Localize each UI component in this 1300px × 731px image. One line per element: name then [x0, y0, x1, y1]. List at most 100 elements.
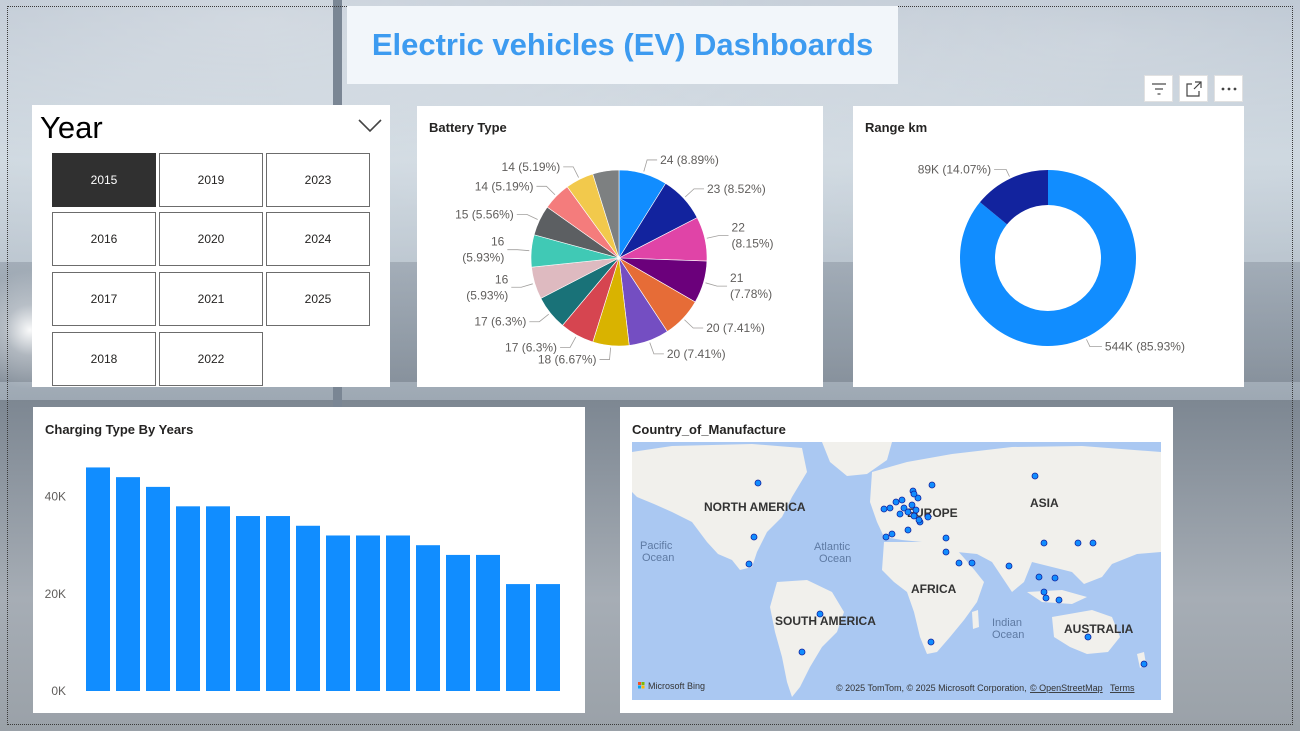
map-point-16[interactable]	[888, 530, 896, 538]
charging-bar-6[interactable]	[266, 516, 290, 691]
year-tile-2018[interactable]: 2018	[52, 332, 156, 386]
map-attribution: © 2025 TomTom, © 2025 Microsoft Corporat…	[836, 683, 1027, 693]
year-tile-2023[interactable]: 2023	[266, 153, 370, 207]
charging-bar-12[interactable]	[446, 554, 470, 691]
map-point-1[interactable]	[750, 533, 758, 541]
charging-bar-0[interactable]	[86, 467, 110, 691]
map-point-41[interactable]	[1140, 660, 1148, 668]
battery-data-label-1: 23 (8.52%)	[707, 182, 766, 196]
map-point-38[interactable]	[798, 648, 806, 656]
map-point-9[interactable]	[904, 508, 912, 516]
more-options-button[interactable]	[1214, 75, 1243, 102]
map-point-28[interactable]	[1031, 472, 1039, 480]
map-label-indian-ocean: Ocean	[992, 629, 1024, 641]
battery-data-label-10: 16 (5.93%)	[462, 235, 504, 265]
bing-logo-square-red	[638, 682, 641, 685]
map-point-3[interactable]	[880, 505, 888, 513]
map-point-10[interactable]	[908, 501, 916, 509]
map-point-15[interactable]	[882, 533, 890, 541]
map-point-6[interactable]	[898, 496, 906, 504]
battery-data-label-9: 16 (5.93%)	[466, 272, 508, 302]
chevron-down-icon[interactable]	[358, 119, 382, 133]
charging-bar-15[interactable]	[536, 584, 560, 691]
terms-link[interactable]: Terms	[1110, 683, 1135, 693]
battery-leader-13	[563, 166, 579, 178]
charging-type-bar-chart: 0K 20K 40K	[45, 467, 560, 698]
map-point-19[interactable]	[924, 513, 932, 521]
map-point-39[interactable]	[927, 638, 935, 646]
map-label-south-america: SOUTH AMERICA	[775, 614, 876, 628]
year-tile-2015[interactable]: 2015	[52, 153, 156, 207]
map-point-29[interactable]	[1040, 539, 1048, 547]
charging-bar-7[interactable]	[296, 525, 320, 691]
map-point-8[interactable]	[896, 510, 904, 518]
year-tile-2017[interactable]: 2017	[52, 272, 156, 326]
charging-bar-2[interactable]	[146, 486, 170, 691]
map-point-0[interactable]	[754, 479, 762, 487]
map-point-35[interactable]	[1055, 596, 1063, 604]
year-tile-2022[interactable]: 2022	[159, 332, 263, 386]
battery-data-label-13: 14 (5.19%)	[502, 160, 561, 174]
map-point-36[interactable]	[1051, 574, 1059, 582]
map-point-34[interactable]	[1042, 594, 1050, 602]
map-point-17[interactable]	[904, 526, 912, 534]
charging-bar-10[interactable]	[386, 535, 410, 691]
battery-data-label-2: 22 (8.15%)	[732, 221, 774, 251]
map-point-37[interactable]	[816, 610, 824, 618]
map-point-20[interactable]	[928, 481, 936, 489]
battery-leader-8	[529, 313, 549, 323]
map-point-32[interactable]	[1035, 573, 1043, 581]
map-point-27[interactable]	[1005, 562, 1013, 570]
charging-bar-8[interactable]	[326, 535, 350, 691]
map-point-22[interactable]	[910, 490, 918, 498]
y-tick-label-2: 40K	[45, 490, 66, 504]
map-point-31[interactable]	[1089, 539, 1097, 547]
map-label-indian: Indian	[992, 617, 1022, 629]
map-point-33[interactable]	[1040, 588, 1048, 596]
map-label-asia: ASIA	[1030, 496, 1059, 510]
charging-bar-3[interactable]	[176, 506, 200, 691]
map-point-18[interactable]	[915, 516, 923, 524]
map-label-africa: AFRICA	[911, 582, 957, 596]
country-map-card: Country_of_Manufacture NORTH AMERICA EUR…	[620, 407, 1173, 713]
dashboard-title-box: Electric vehicles (EV) Dashboards	[347, 6, 898, 84]
year-tile-2019[interactable]: 2019	[159, 153, 263, 207]
charging-type-card: Charging Type By Years 0K 20K 40K	[33, 407, 585, 713]
map-label-pacific-ocean: Ocean	[642, 552, 674, 564]
map-point-24[interactable]	[942, 548, 950, 556]
map-point-2[interactable]	[745, 560, 753, 568]
map-label-pacific: Pacific	[640, 540, 673, 552]
map-point-4[interactable]	[886, 504, 894, 512]
map-point-26[interactable]	[968, 559, 976, 567]
battery-data-label-7: 17 (6.3%)	[505, 340, 557, 354]
charging-bar-11[interactable]	[416, 545, 440, 691]
openstreetmap-link[interactable]: © OpenStreetMap	[1030, 683, 1103, 693]
year-tile-2024[interactable]: 2024	[266, 212, 370, 266]
world-map[interactable]: NORTH AMERICA EUROPE ASIA AFRICA SOUTH A…	[632, 442, 1161, 700]
more-options-icon	[1221, 87, 1236, 90]
year-tile-2020[interactable]: 2020	[159, 212, 263, 266]
charging-bar-4[interactable]	[206, 506, 230, 691]
charging-bar-9[interactable]	[356, 535, 380, 691]
map-point-5[interactable]	[892, 498, 900, 506]
map-point-13[interactable]	[910, 512, 918, 520]
range-data-label-0: 544K (85.93%)	[1105, 340, 1185, 354]
charging-bar-13[interactable]	[476, 554, 500, 691]
year-tile-2025[interactable]: 2025	[266, 272, 370, 326]
year-tile-2016[interactable]: 2016	[52, 212, 156, 266]
map-point-40[interactable]	[1084, 633, 1092, 641]
bing-logo-square-yellow	[641, 685, 645, 689]
charging-bar-14[interactable]	[506, 584, 530, 691]
bing-logo: Microsoft Bing	[638, 681, 705, 691]
map-point-25[interactable]	[955, 559, 963, 567]
charging-bar-5[interactable]	[236, 516, 260, 691]
range-leader-1	[994, 169, 1010, 177]
battery-leader-12	[536, 185, 556, 196]
charging-bar-1[interactable]	[116, 477, 140, 691]
filter-button[interactable]	[1144, 75, 1173, 102]
year-tile-2021[interactable]: 2021	[159, 272, 263, 326]
map-point-23[interactable]	[942, 534, 950, 542]
focus-mode-button[interactable]	[1179, 75, 1208, 102]
map-point-30[interactable]	[1074, 539, 1082, 547]
map-point-12[interactable]	[912, 506, 920, 514]
